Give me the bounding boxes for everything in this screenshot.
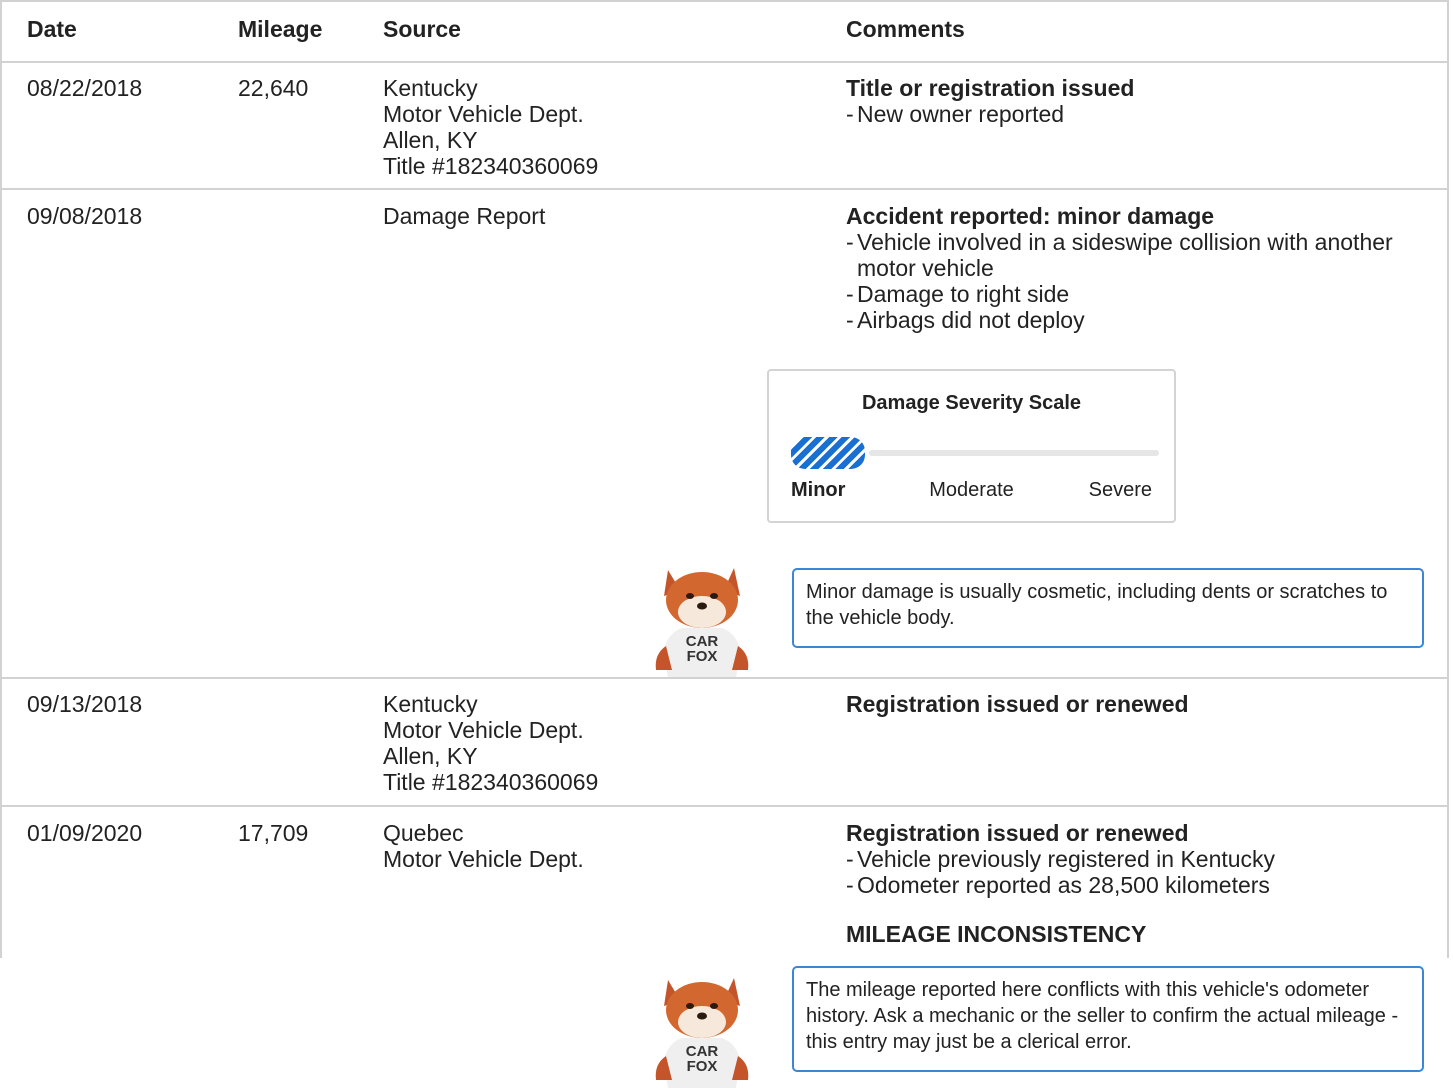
- row-mileage: 22,640: [238, 75, 309, 101]
- comment-bullet: Airbags did not deploy: [846, 307, 1393, 333]
- row-divider: [0, 677, 1449, 679]
- row-date: 09/08/2018: [27, 203, 143, 229]
- source-line: Title #182340360069: [383, 153, 599, 179]
- mascot-shirt-text: FOX: [687, 1058, 718, 1075]
- comment-bullet: Vehicle involved in a sideswipe collisio…: [846, 229, 1393, 255]
- comment-heading: Registration issued or renewed: [846, 691, 1189, 717]
- mileage-inconsistency-alert: MILEAGE INCONSISTENCY: [846, 921, 1147, 947]
- source-line: Kentucky: [383, 75, 478, 101]
- source-line: Motor Vehicle Dept.: [383, 717, 584, 743]
- row-source: Quebec Motor Vehicle Dept.: [383, 820, 584, 872]
- source-line: Motor Vehicle Dept.: [383, 846, 584, 872]
- row-divider: [0, 61, 1449, 63]
- severity-fill: [791, 437, 865, 469]
- row-date: 01/09/2020: [27, 820, 143, 846]
- source-line: Title #182340360069: [383, 769, 599, 795]
- damage-severity-scale: Damage Severity Scale Minor Moderate Sev…: [767, 369, 1176, 523]
- source-line: Motor Vehicle Dept.: [383, 101, 584, 127]
- row-divider: [0, 805, 1449, 807]
- comment-bullet: Vehicle previously registered in Kentuck…: [846, 846, 1275, 872]
- row-date: 08/22/2018: [27, 75, 143, 101]
- comment-bullet-continuation: motor vehicle: [857, 255, 994, 281]
- col-header-source: Source: [383, 16, 461, 42]
- comment-bullet: Odometer reported as 28,500 kilometers: [846, 872, 1275, 898]
- col-header-mileage: Mileage: [238, 16, 323, 42]
- carfox-mascot-icon: CAR FOX: [655, 568, 749, 678]
- comment-heading: Title or registration issued: [846, 75, 1135, 101]
- severity-level-severe: Severe: [1088, 479, 1152, 501]
- severity-title: Damage Severity Scale: [861, 392, 1082, 414]
- row-mileage: 17,709: [238, 820, 309, 846]
- row-source: Damage Report: [383, 203, 546, 229]
- minor-damage-tip: Minor damage is usually cosmetic, includ…: [792, 568, 1424, 648]
- comment-bullets: New owner reported: [846, 101, 1064, 127]
- comment-heading: Registration issued or renewed: [846, 820, 1189, 846]
- history-table: [0, 0, 1449, 1088]
- row-date: 09/13/2018: [27, 691, 143, 717]
- mileage-inconsistency-tip: The mileage reported here conflicts with…: [792, 966, 1424, 1072]
- row-source: Kentucky Motor Vehicle Dept. Allen, KY T…: [383, 691, 598, 795]
- comment-heading: Accident reported: minor damage: [846, 203, 1215, 229]
- source-line: Quebec: [383, 820, 464, 846]
- source-line: Allen, KY: [383, 127, 478, 153]
- carfox-mascot-icon: CAR FOX: [655, 978, 749, 1088]
- col-header-comments: Comments: [846, 16, 965, 42]
- row-divider: [0, 188, 1449, 190]
- row-source: Kentucky Motor Vehicle Dept. Allen, KY T…: [383, 75, 598, 179]
- source-line: Allen, KY: [383, 743, 478, 769]
- comment-bullets: Vehicle previously registered in Kentuck…: [846, 846, 1275, 898]
- severity-track: [869, 450, 1159, 456]
- comment-bullet: Damage to right side: [846, 281, 1393, 307]
- comment-bullet: New owner reported: [846, 101, 1064, 127]
- comment-bullets: Vehicle involved in a sideswipe collisio…: [846, 229, 1393, 333]
- source-line: Kentucky: [383, 691, 478, 717]
- mascot-shirt-text: FOX: [687, 648, 718, 665]
- col-header-date: Date: [27, 16, 77, 42]
